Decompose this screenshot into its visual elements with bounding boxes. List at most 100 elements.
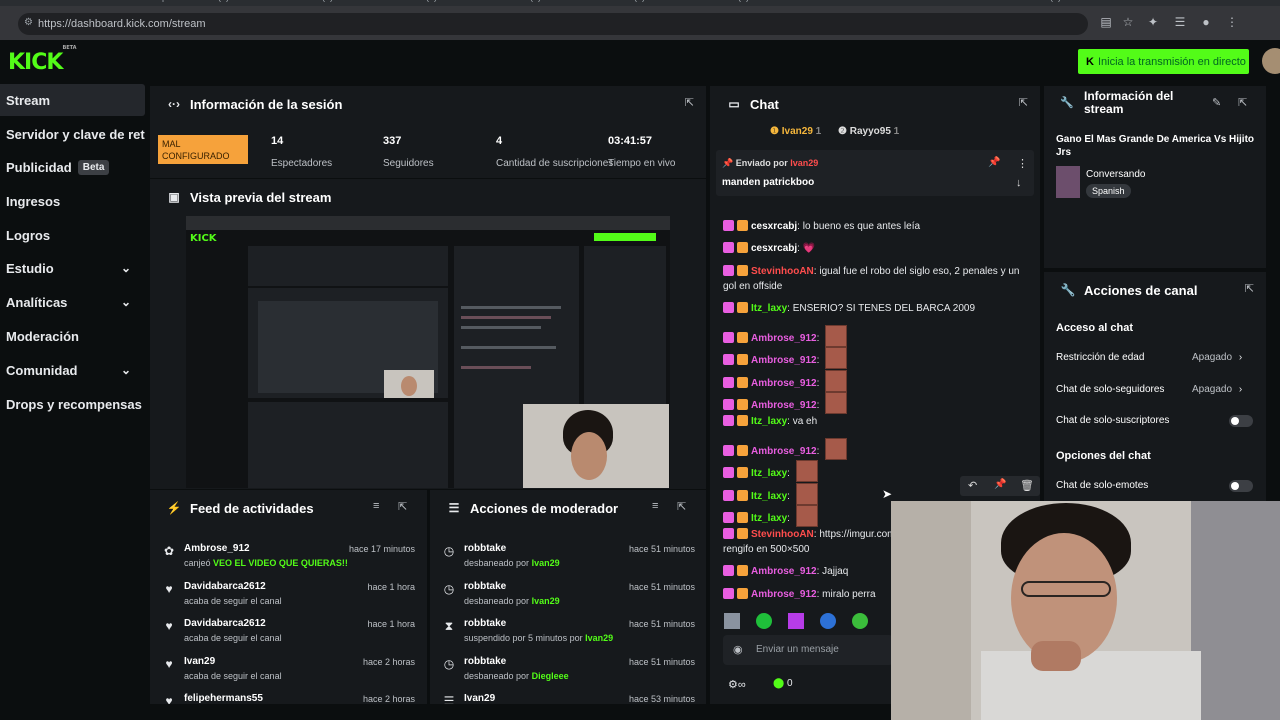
bookmark-star-icon[interactable]: ☆ [1120, 15, 1136, 31]
chat-username[interactable]: Ambrose_912 [751, 589, 817, 600]
popout-icon[interactable]: ⇱ [1245, 282, 1254, 295]
unpin-icon[interactable]: 📌 [988, 157, 1000, 168]
chat-message[interactable]: Itz_laxy: [723, 483, 818, 505]
reader-icon[interactable]: ▤ [1098, 15, 1114, 31]
sidebar-item-analytics[interactable]: Analíticas ⌄ [0, 286, 145, 318]
chat-message[interactable]: Itz_laxy: [723, 505, 818, 527]
emote-icon[interactable] [724, 613, 740, 629]
chat-username[interactable]: Itz_laxy [751, 303, 787, 314]
site-info-icon[interactable]: ⚙ [24, 17, 33, 28]
chat-message[interactable]: Ambrose_912: miralo perra [723, 588, 876, 601]
feed-item[interactable]: ♥ felipehermans55 hace 2 horas [150, 688, 427, 704]
chat-username[interactable]: Itz_laxy [751, 513, 787, 524]
chat-message[interactable]: Ambrose_912: [723, 347, 848, 369]
emote-icon[interactable] [788, 613, 804, 629]
chat-message[interactable]: Itz_laxy: va eh [723, 415, 817, 428]
chat-message[interactable]: rengifo en 500×500 [723, 543, 809, 556]
sidebar-item-ads[interactable]: Publicidad Beta [0, 151, 145, 183]
filter-icon[interactable]: ≡ [373, 500, 379, 512]
extensions-icon[interactable]: ✦ [1145, 15, 1161, 31]
channel-points[interactable]: ⬤ 0 [773, 678, 793, 689]
item-user[interactable]: robbtake [464, 618, 506, 629]
sidebar-item-moderation[interactable]: Moderación [0, 320, 145, 352]
chat-username[interactable]: Ambrose_912 [751, 333, 817, 344]
chat-username[interactable]: cesxrcabj [751, 243, 797, 254]
chat-message[interactable]: StevinhooAN: https://imgur.com/ [723, 528, 898, 541]
emote-only-toggle[interactable] [1229, 480, 1253, 492]
popout-icon[interactable]: ⇱ [1019, 96, 1028, 109]
item-user[interactable]: Davidabarca2612 [184, 581, 266, 592]
item-user[interactable]: Ivan29 [184, 656, 215, 667]
chat-message[interactable]: StevinhooAN: igual fue el robo del siglo… [723, 265, 1019, 278]
popout-icon[interactable]: ⇱ [398, 500, 407, 513]
chat-username[interactable]: Ambrose_912 [751, 378, 817, 389]
chat-username[interactable]: Ambrose_912 [751, 400, 817, 411]
item-user[interactable]: Ivan29 [464, 693, 495, 704]
chat-settings-icon[interactable]: ⚙∞ [728, 678, 746, 691]
sidebar-item-drops[interactable]: Drops y recompensas [0, 388, 145, 420]
chat-username[interactable]: cesxrcabj [751, 221, 797, 232]
chat-message[interactable]: gol en offside [723, 280, 782, 293]
reply-icon[interactable]: ↶ [968, 479, 977, 492]
followers-only-row[interactable]: Chat de solo-seguidores [1056, 384, 1164, 395]
sidebar-item-stream[interactable]: Stream [0, 84, 145, 116]
popout-icon[interactable]: ⇱ [685, 96, 694, 109]
chat-message[interactable]: Ambrose_912: [723, 325, 848, 347]
chat-username[interactable]: Ambrose_912 [751, 446, 817, 457]
popout-icon[interactable]: ⇱ [1238, 96, 1247, 109]
mod-action-item[interactable]: ◷ robbtake desbaneado por Ivan29 hace 51 mi… [430, 576, 706, 614]
chat-username[interactable]: Itz_laxy [751, 468, 787, 479]
popout-icon[interactable]: ⇱ [677, 500, 686, 513]
chat-username[interactable]: Itz_laxy [751, 416, 787, 427]
chat-username[interactable]: Ambrose_912 [751, 355, 817, 366]
sidebar-item-income[interactable]: Ingresos [0, 185, 145, 217]
chat-message[interactable]: Ambrose_912: [723, 370, 848, 392]
item-user[interactable]: Ambrose_912 [184, 543, 250, 554]
chat-message[interactable]: Itz_laxy: ENSERIO? SI TENES DEL BARCA 20… [723, 302, 975, 315]
pin-message-icon[interactable]: 📌 [994, 479, 1006, 490]
stream-preview-video[interactable]: KICK [186, 216, 670, 488]
chat-username[interactable]: Itz_laxy [751, 491, 787, 502]
mod-action-item[interactable]: ☰ Ivan29 hace 53 minutos [430, 688, 706, 704]
emote-icon[interactable] [820, 613, 836, 629]
top-gifter-2[interactable]: ❷ Rayyo95 1 [838, 126, 899, 137]
feed-item[interactable]: ♥ Davidabarca2612 acaba de seguir el canal… [150, 576, 427, 614]
feed-item[interactable]: ✿ Ambrose_912 canjeó VEO EL VIDEO QUE QUIE… [150, 538, 427, 576]
emote-icon[interactable] [852, 613, 868, 629]
chat-message[interactable]: Ambrose_912: [723, 392, 848, 414]
item-user[interactable]: Davidabarca2612 [184, 618, 266, 629]
sidebar-item-server-key[interactable]: Servidor y clave de retransmisión [0, 118, 145, 150]
expand-icon[interactable]: ↓ [1016, 177, 1022, 189]
chat-input[interactable]: ◉ Enviar un mensaje [723, 635, 893, 665]
mod-action-item[interactable]: ◷ robbtake desbaneado por Diegleee hace 51 … [430, 651, 706, 689]
sidebar-item-community[interactable]: Comunidad ⌄ [0, 354, 145, 386]
chat-message[interactable]: Ambrose_912: [723, 438, 848, 460]
sidebar-item-achievements[interactable]: Logros [0, 219, 145, 251]
pinned-message[interactable]: 📌 Enviado por Ivan29 manden patrickboo 📌… [716, 150, 1034, 196]
chat-message[interactable]: Itz_laxy: [723, 460, 818, 482]
user-avatar[interactable] [1262, 48, 1280, 74]
more-icon[interactable]: ⋮ [1017, 157, 1028, 170]
emote-picker-icon[interactable]: ◉ [733, 643, 743, 656]
chat-username[interactable]: Ambrose_912 [751, 566, 817, 577]
delete-icon[interactable]: 🗑 [1020, 479, 1034, 492]
mod-action-item[interactable]: ⧗ robbtake suspendido por 5 minutos por Iv… [430, 613, 706, 651]
age-restriction-row[interactable]: Restricción de edad [1056, 352, 1144, 363]
item-user[interactable]: robbtake [464, 581, 506, 592]
reading-list-icon[interactable]: ☰ [1172, 15, 1188, 31]
edit-icon[interactable]: ✎ [1212, 96, 1221, 109]
feed-item[interactable]: ♥ Ivan29 acaba de seguir el canal hace 2 h… [150, 651, 427, 689]
item-user[interactable]: felipehermans55 [184, 693, 263, 704]
emote-icon[interactable] [756, 613, 772, 629]
item-user[interactable]: robbtake [464, 656, 506, 667]
top-gifter-1[interactable]: ❶ Ivan29 1 [770, 126, 821, 137]
subs-only-toggle[interactable] [1229, 415, 1253, 427]
chat-username[interactable]: StevinhooAN [751, 266, 814, 277]
go-live-button[interactable]: K Inicia la transmisión en directo [1078, 49, 1249, 74]
filter-icon[interactable]: ≡ [652, 500, 658, 512]
mod-action-item[interactable]: ◷ robbtake desbaneado por Ivan29 hace 51 mi… [430, 538, 706, 576]
chat-message[interactable]: cesxrcabj: 💗 [723, 242, 815, 255]
sidebar-item-studio[interactable]: Estudio ⌄ [0, 252, 145, 284]
kick-logo[interactable]: KICKBETA [8, 45, 77, 75]
item-user[interactable]: robbtake [464, 543, 506, 554]
